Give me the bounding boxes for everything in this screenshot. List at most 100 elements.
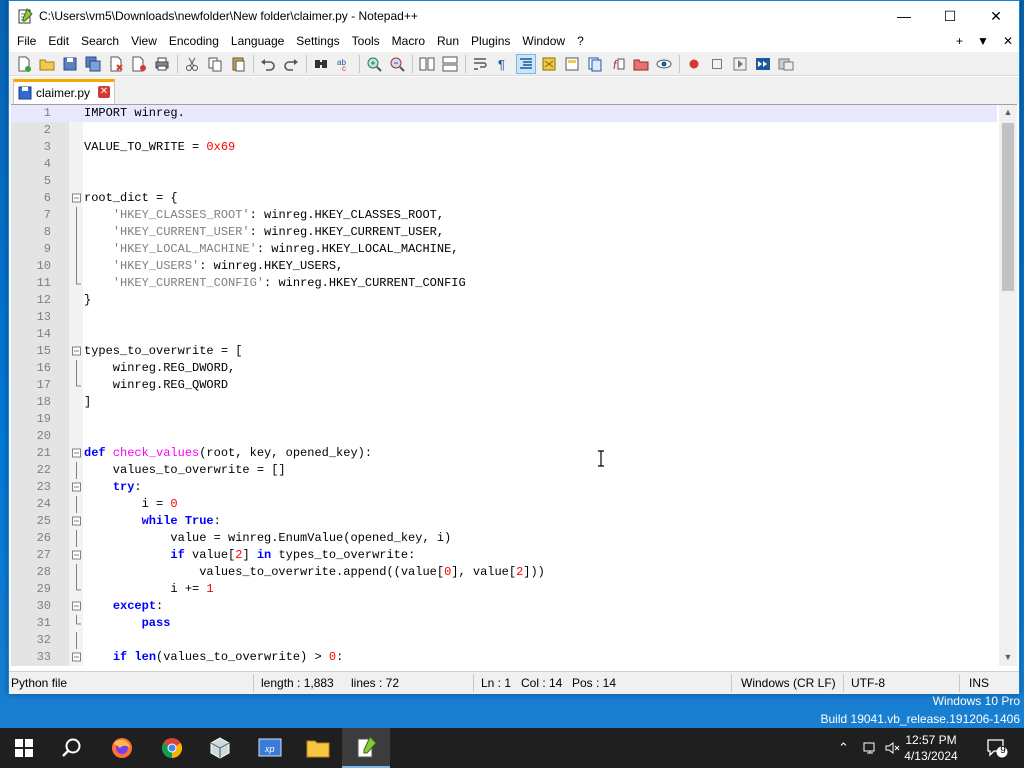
code-line[interactable]: 23 try: xyxy=(11,479,997,496)
maximize-button[interactable]: ☐ xyxy=(927,1,973,31)
code-editor[interactable]: 1 IMPORT winreg. 2 3 VALUE_TO_WRITE = 0x69 4 5… xyxy=(11,104,1017,666)
code-line[interactable]: 21 def check_values(root, key, opened_key… xyxy=(11,445,997,462)
action-center-button[interactable]: 9 xyxy=(986,738,1008,758)
taskbar-search-button[interactable] xyxy=(48,728,96,768)
menu-tools[interactable]: Tools xyxy=(346,31,386,51)
new-tab-button[interactable]: + xyxy=(956,34,963,48)
menu-macro[interactable]: Macro xyxy=(386,31,431,51)
save-macro-icon[interactable] xyxy=(777,55,795,73)
user-defined-language-icon[interactable] xyxy=(540,55,558,73)
indent-guide-icon[interactable] xyxy=(516,53,536,74)
code-line[interactable]: 13 xyxy=(11,309,997,326)
code-line[interactable]: 11 'HKEY_CURRENT_CONFIG': winreg.HKEY_CU… xyxy=(11,275,997,292)
fold-toggle-icon[interactable] xyxy=(72,479,81,496)
code-line[interactable]: 1 IMPORT winreg. xyxy=(11,105,997,122)
play-macro-icon[interactable] xyxy=(731,55,749,73)
code-line[interactable]: 26 value = winreg.EnumValue(opened_key, … xyxy=(11,530,997,547)
stop-macro-icon[interactable] xyxy=(708,55,726,73)
menu-file[interactable]: File xyxy=(11,31,42,51)
save-all-icon[interactable] xyxy=(84,55,102,73)
taskbar-chrome[interactable] xyxy=(148,728,196,768)
fold-toggle-icon[interactable] xyxy=(72,343,81,360)
scrollbar-thumb[interactable] xyxy=(1002,123,1014,291)
zoom-out-icon[interactable] xyxy=(388,55,406,73)
tab-claimer-py[interactable]: claimer.py ✕ xyxy=(13,79,115,104)
sync-vertical-icon[interactable] xyxy=(418,55,436,73)
code-line[interactable]: 6 root_dict = { xyxy=(11,190,997,207)
title-bar[interactable]: C:\Users\vm5\Downloads\newfolder\New fol… xyxy=(9,1,1019,31)
copy-icon[interactable] xyxy=(206,55,224,73)
taskbar-clock[interactable]: 12:57 PM 4/13/2024 xyxy=(896,732,966,764)
code-line[interactable]: 14 xyxy=(11,326,997,343)
code-line[interactable]: 18] xyxy=(11,394,997,411)
new-file-icon[interactable] xyxy=(15,55,33,73)
open-file-icon[interactable] xyxy=(38,55,56,73)
close-button[interactable]: ✕ xyxy=(973,1,1019,31)
status-encoding[interactable]: UTF-8 xyxy=(851,676,885,690)
monitoring-icon[interactable] xyxy=(655,55,673,73)
zoom-in-icon[interactable] xyxy=(365,55,383,73)
code-line[interactable]: 12} xyxy=(11,292,997,309)
status-eol[interactable]: Windows (CR LF) xyxy=(741,676,836,690)
document-map-icon[interactable] xyxy=(563,55,581,73)
code-line[interactable]: 31 pass xyxy=(11,615,997,632)
minimize-button[interactable]: — xyxy=(881,1,927,31)
code-line[interactable]: 28 values_to_overwrite.append((value[0],… xyxy=(11,564,997,581)
code-line[interactable]: 4 xyxy=(11,156,997,173)
fold-toggle-icon[interactable] xyxy=(72,445,81,462)
code-line[interactable]: 5 xyxy=(11,173,997,190)
taskbar-firefox[interactable] xyxy=(98,728,146,768)
code-line[interactable]: 32 xyxy=(11,632,997,649)
scroll-up-arrow-icon[interactable]: ▲ xyxy=(1002,107,1014,119)
taskbar-file-explorer[interactable] xyxy=(294,728,342,768)
menu-help[interactable]: ? xyxy=(571,31,590,51)
code-line[interactable]: 19 xyxy=(11,411,997,428)
menu-window[interactable]: Window xyxy=(516,31,571,51)
close-document-button[interactable]: ✕ xyxy=(1003,34,1013,48)
code-line[interactable]: 7 'HKEY_CLASSES_ROOT': winreg.HKEY_CLASS… xyxy=(11,207,997,224)
code-line[interactable]: 20 xyxy=(11,428,997,445)
menu-language[interactable]: Language xyxy=(225,31,290,51)
fold-toggle-icon[interactable] xyxy=(72,513,81,530)
folder-as-workspace-icon[interactable] xyxy=(632,55,650,73)
menu-view[interactable]: View xyxy=(125,31,163,51)
code-line[interactable]: 17 winreg.REG_QWORD xyxy=(11,377,997,394)
menu-encoding[interactable]: Encoding xyxy=(163,31,225,51)
code-line[interactable]: 30 except: xyxy=(11,598,997,615)
document-list-icon[interactable] xyxy=(586,55,604,73)
menu-run[interactable]: Run xyxy=(431,31,465,51)
close-file-icon[interactable] xyxy=(107,55,125,73)
fold-toggle-icon[interactable] xyxy=(72,190,81,207)
fold-toggle-icon[interactable] xyxy=(72,598,81,615)
taskbar-xp-app[interactable]: xp xyxy=(246,728,294,768)
undo-icon[interactable] xyxy=(259,55,277,73)
tab-list-button[interactable]: ▼ xyxy=(977,34,989,48)
tab-close-icon[interactable]: ✕ xyxy=(98,86,110,98)
network-icon[interactable] xyxy=(862,740,878,756)
menu-edit[interactable]: Edit xyxy=(42,31,75,51)
find-icon[interactable] xyxy=(312,55,330,73)
code-line[interactable]: 33 if len(values_to_overwrite) > 0: xyxy=(11,649,997,666)
code-line[interactable]: 27 if value[2] in types_to_overwrite: xyxy=(11,547,997,564)
code-line[interactable]: 2 xyxy=(11,122,997,139)
menu-settings[interactable]: Settings xyxy=(290,31,345,51)
replace-icon[interactable]: ab c xyxy=(335,55,353,73)
code-line[interactable]: 24 i = 0 xyxy=(11,496,997,513)
code-line[interactable]: 8 'HKEY_CURRENT_USER': winreg.HKEY_CURRE… xyxy=(11,224,997,241)
scroll-down-arrow-icon[interactable]: ▼ xyxy=(1002,652,1014,664)
code-line[interactable]: 3 VALUE_TO_WRITE = 0x69 xyxy=(11,139,997,156)
cut-icon[interactable] xyxy=(183,55,201,73)
save-icon[interactable] xyxy=(61,55,79,73)
vertical-scrollbar[interactable]: ▲ ▼ xyxy=(999,105,1017,666)
fold-toggle-icon[interactable] xyxy=(72,547,81,564)
show-hidden-icons-chevron-icon[interactable]: ⌃ xyxy=(838,740,854,756)
show-all-characters-icon[interactable]: ¶ xyxy=(494,55,512,73)
run-macro-multiple-icon[interactable] xyxy=(754,55,772,73)
paste-icon[interactable] xyxy=(229,55,247,73)
code-line[interactable]: 29 i += 1 xyxy=(11,581,997,598)
code-line[interactable]: 25 while True: xyxy=(11,513,997,530)
print-icon[interactable] xyxy=(153,55,171,73)
taskbar-virtualbox[interactable] xyxy=(196,728,244,768)
menu-search[interactable]: Search xyxy=(75,31,125,51)
word-wrap-icon[interactable] xyxy=(471,55,489,73)
